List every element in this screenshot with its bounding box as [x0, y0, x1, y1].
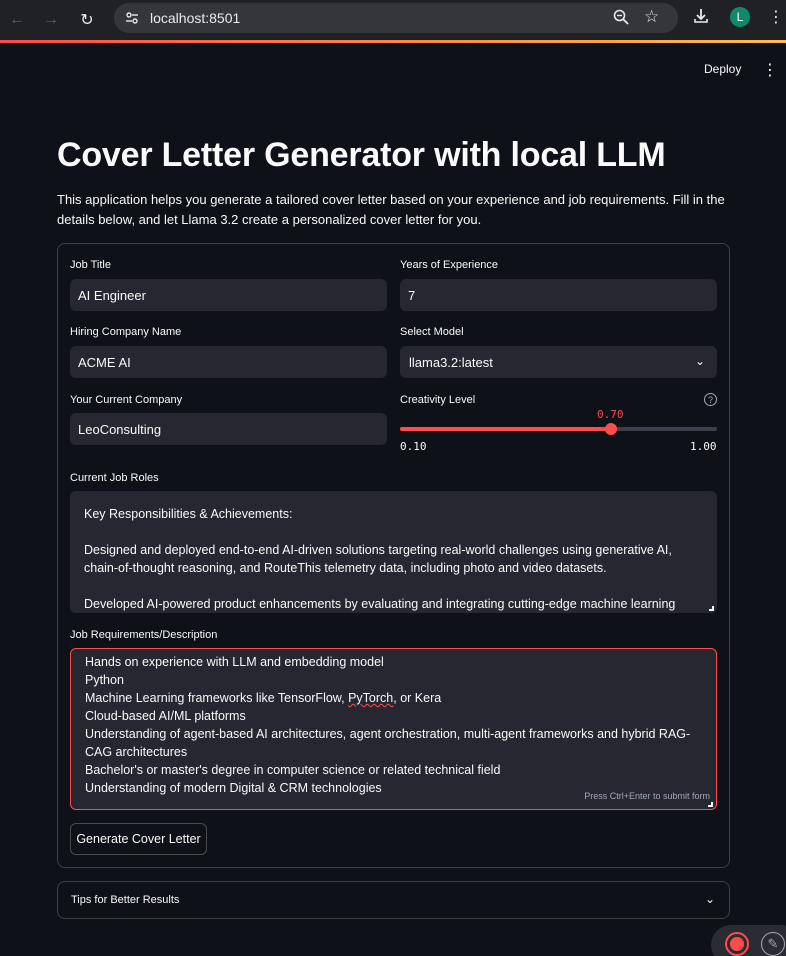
pencil-icon[interactable]: ✎ — [761, 932, 785, 956]
creativity-label: Creativity Level — [400, 394, 476, 406]
slider-max: 1.00 — [690, 440, 717, 453]
back-arrow-icon[interactable]: ← — [4, 7, 30, 33]
textarea-line: Bachelor's or master's degree in compute… — [85, 763, 501, 777]
textarea-line: Hands on experience with LLM and embeddi… — [85, 655, 384, 669]
textarea-line: Cloud-based AI/ML platforms — [85, 709, 246, 723]
years-experience-input[interactable]: 7 — [400, 279, 717, 311]
resize-handle[interactable] — [708, 802, 713, 807]
slider-min: 0.10 — [400, 440, 427, 453]
select-model-label: Select Model — [400, 326, 464, 338]
current-roles-textarea[interactable]: Key Responsibilities & Achievements: Des… — [70, 491, 717, 613]
help-icon[interactable]: ? — [704, 393, 717, 406]
creativity-slider[interactable] — [400, 423, 717, 435]
textarea-line: Machine Learning frameworks like TensorF… — [85, 691, 442, 705]
chevron-down-icon: ⌄ — [694, 354, 705, 368]
record-icon[interactable] — [725, 932, 749, 956]
textarea-line — [84, 577, 703, 595]
deploy-button[interactable]: Deploy — [704, 62, 741, 76]
current-roles-label: Current Job Roles — [70, 472, 159, 484]
slider-fill — [400, 427, 611, 431]
browser-toolbar: ← → ↻ localhost:8501 ☆ L ⋮ — [0, 0, 786, 40]
url-text[interactable]: localhost:8501 — [150, 10, 240, 26]
slider-thumb[interactable] — [605, 423, 617, 435]
tips-expander[interactable]: Tips for Better Results ⌄ — [57, 881, 730, 919]
current-company-label: Your Current Company — [70, 394, 183, 406]
hiring-company-input[interactable]: ACME AI — [70, 346, 387, 378]
job-title-label: Job Title — [70, 259, 111, 271]
textarea-line: Developed AI-powered product enhancement… — [84, 597, 676, 611]
generate-cover-letter-button[interactable]: Generate Cover Letter — [70, 823, 207, 855]
textarea-line — [84, 523, 703, 541]
page-description: This application helps you generate a ta… — [57, 192, 725, 227]
site-info-icon[interactable] — [122, 8, 142, 28]
resize-handle[interactable] — [709, 606, 714, 611]
bookmark-star-icon[interactable]: ☆ — [644, 7, 659, 27]
job-requirements-textarea[interactable]: Hands on experience with LLM and embeddi… — [70, 648, 717, 810]
job-requirements-label: Job Requirements/Description — [70, 629, 218, 641]
app-menu-icon[interactable]: ⋮ — [762, 60, 778, 80]
textarea-line: Key Responsibilities & Achievements: — [84, 507, 293, 521]
tips-expander-label: Tips for Better Results — [71, 894, 180, 906]
hiring-company-label: Hiring Company Name — [70, 326, 182, 338]
model-select[interactable]: llama3.2:latest ⌄ — [400, 346, 717, 378]
textarea-line: Designed and deployed end-to-end AI-driv… — [84, 543, 672, 575]
address-bar[interactable]: localhost:8501 ☆ — [114, 3, 678, 33]
textarea-line: Python — [85, 673, 124, 687]
screencast-widget: ✎ — [711, 925, 786, 956]
profile-avatar[interactable]: L — [730, 7, 750, 27]
model-select-value: llama3.2:latest — [409, 355, 493, 370]
submit-hint: Press Ctrl+Enter to submit form — [584, 791, 710, 801]
current-company-input[interactable]: LeoConsulting — [70, 413, 387, 445]
cover-letter-form: Job Title AI Engineer Years of Experienc… — [57, 243, 730, 868]
streamlit-decoration-bar — [0, 40, 786, 43]
creativity-value: 0.70 — [597, 408, 624, 421]
years-experience-label: Years of Experience — [400, 259, 499, 271]
job-title-input[interactable]: AI Engineer — [70, 279, 387, 311]
textarea-line: Understanding of agent-based AI architec… — [85, 727, 691, 759]
page-title: Cover Letter Generator with local LLM — [57, 136, 666, 174]
zoom-icon[interactable] — [612, 8, 630, 31]
browser-menu-icon[interactable]: ⋮ — [768, 7, 784, 27]
download-icon[interactable] — [692, 7, 710, 30]
forward-arrow-icon[interactable]: → — [38, 7, 64, 33]
reload-icon[interactable]: ↻ — [74, 7, 100, 33]
chevron-down-icon: ⌄ — [704, 892, 715, 906]
